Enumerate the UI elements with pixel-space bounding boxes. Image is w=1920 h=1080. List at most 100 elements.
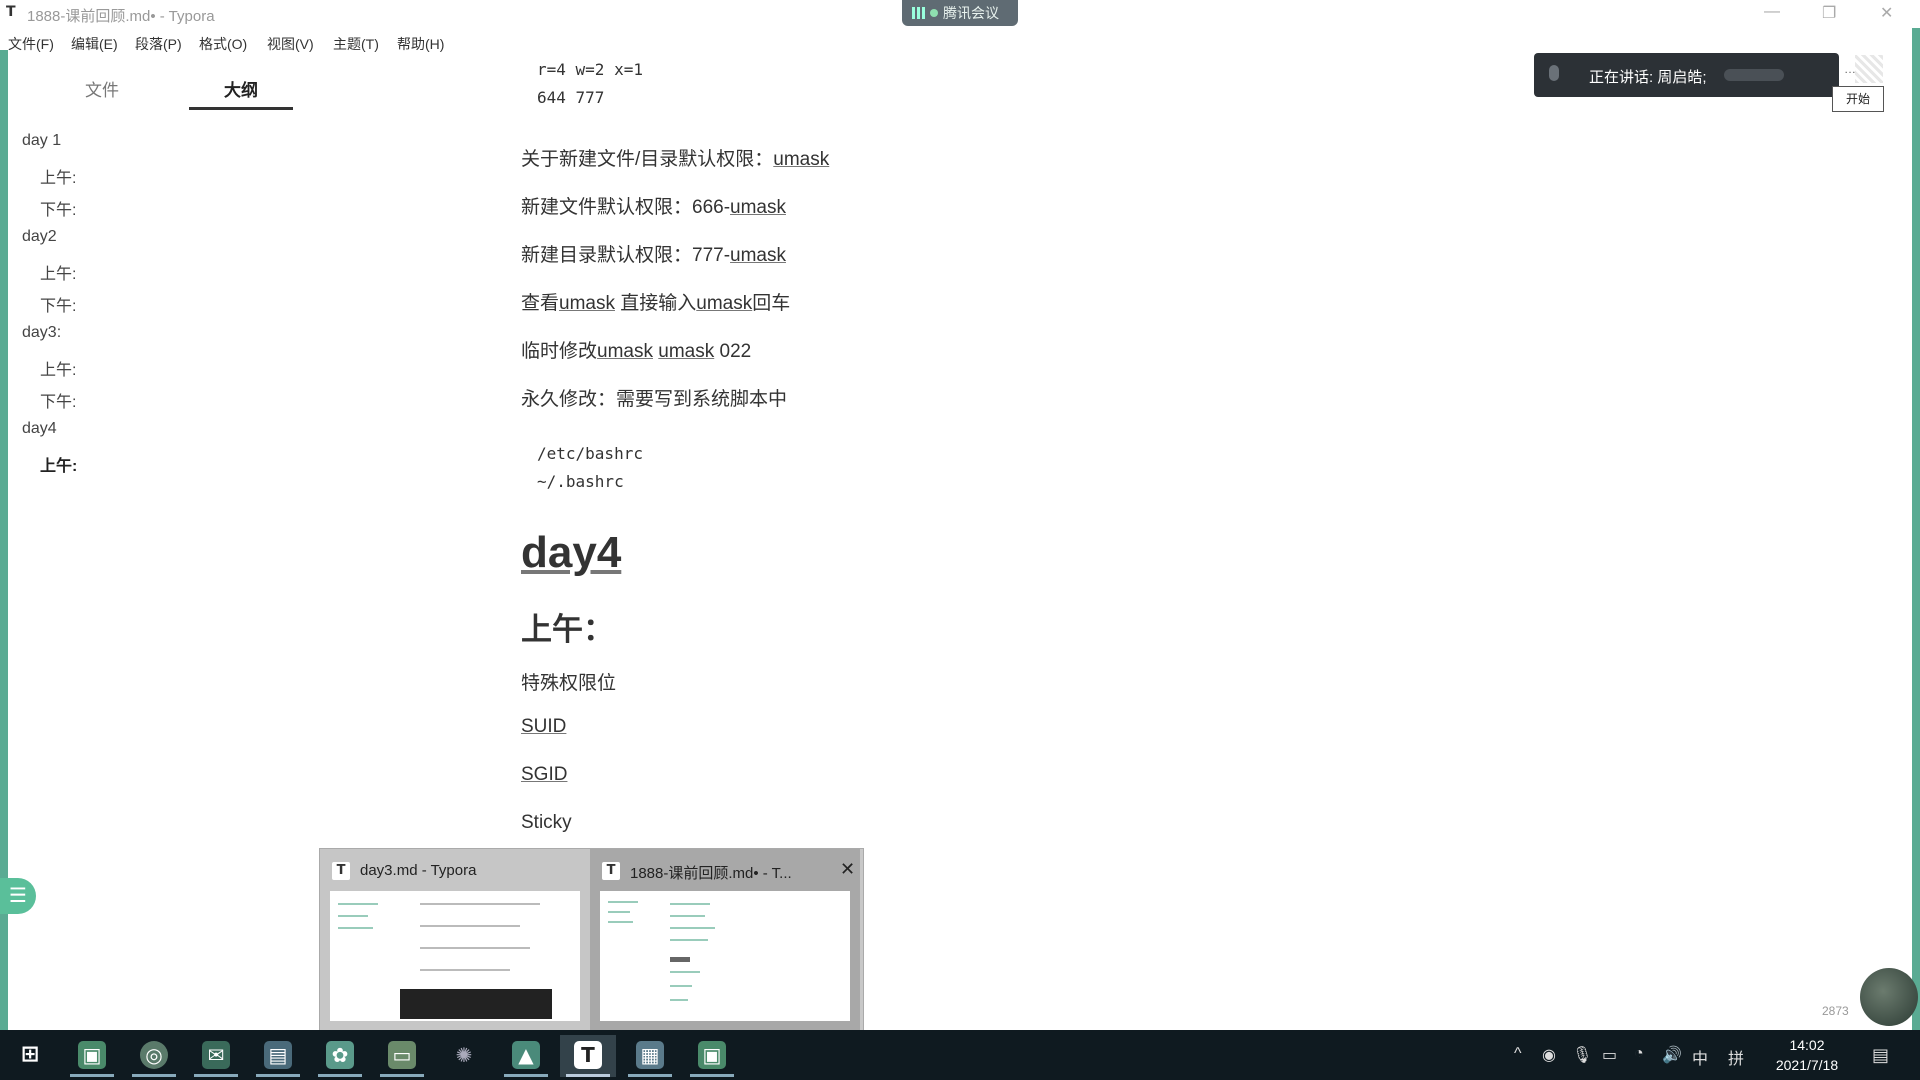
chrome-icon: ◎ (140, 1041, 168, 1069)
sidebar: 文件 大纲 day 1 上午: 下午: day2 上午: 下午: day3: 上… (8, 60, 308, 1020)
taskbar-network-tool[interactable]: ✺ (436, 1035, 492, 1077)
paragraph[interactable]: 永久修改：需要写到系统脚本中 (521, 384, 787, 411)
thumbnail-day3[interactable]: T day3.md - Typora (320, 849, 590, 1031)
tray-input-mode[interactable]: 拼 (1728, 1045, 1744, 1069)
window-border-right (1912, 0, 1920, 1030)
menu-theme[interactable]: 主题(T) (333, 34, 379, 54)
menu-edit[interactable]: 编辑(E) (71, 34, 118, 54)
outline-item-day1-pm[interactable]: 下午: (40, 196, 76, 220)
virtual-machine-icon: ▤ (264, 1041, 292, 1069)
windows-start-icon: ⊞ (20, 1042, 40, 1067)
clock-time: 14:02 (1789, 1037, 1825, 1053)
code-line[interactable]: r=4 w=2 x=1 (537, 60, 643, 79)
photos-icon: ▲ (512, 1041, 540, 1069)
outline-item-day1[interactable]: day 1 (22, 132, 61, 150)
paragraph[interactable]: SUID (521, 716, 566, 738)
outline-item-day3-am[interactable]: 上午: (40, 356, 76, 380)
notification-icon[interactable]: ▤ (1872, 1045, 1889, 1066)
meeting-label: 腾讯会议 (943, 5, 999, 21)
taskbar-typora[interactable]: T (560, 1035, 616, 1077)
taskbar-screenshot-tool[interactable]: ▣ (64, 1035, 120, 1077)
outline-item-day2[interactable]: day2 (22, 228, 57, 246)
taskbar-screenshot-tool-2[interactable]: ▣ (684, 1035, 740, 1077)
mouse-cursor-icon (602, 965, 609, 977)
signal-icon (912, 7, 926, 19)
taskbar-file-manager[interactable]: ▭ (374, 1035, 430, 1077)
clock-date: 2021/7/18 (1775, 1057, 1839, 1073)
tab-outline[interactable]: 大纲 (189, 76, 293, 101)
taskbar-thumbnail-popup: T day3.md - Typora T 1888-课前回顾.md• - T..… (319, 848, 864, 1032)
tray-network-icon[interactable]: ◔ (1634, 1045, 1644, 1063)
tray-battery-icon[interactable]: ▭ (1602, 1045, 1617, 1065)
window-title: 1888-课前回顾.md• - Typora (27, 8, 215, 25)
heading-morning[interactable]: 上午： (521, 604, 614, 649)
tray-volume-icon[interactable]: 🔊 (1662, 1045, 1682, 1065)
taskbar-remote-desktop[interactable]: ▦ (622, 1035, 678, 1077)
paragraph[interactable]: SGID (521, 764, 567, 786)
taskbar-chrome[interactable]: ◎ (126, 1035, 182, 1077)
menu-paragraph[interactable]: 段落(P) (135, 34, 182, 54)
minimize-button[interactable]: — (1764, 3, 1780, 21)
wechat-icon: ✉ (202, 1041, 230, 1069)
tray-microphone-icon[interactable]: 🎙 (1572, 1045, 1592, 1065)
typora-window: T 1888-课前回顾.md• - Typora 腾讯会议 — ❐ ✕ 文件(F… (0, 0, 1920, 1030)
speaking-indicator: 正在讲话: 周启皓; (1534, 53, 1839, 97)
outline-item-day4-am[interactable]: 上午: (40, 452, 77, 476)
menu-file[interactable]: 文件(F) (8, 34, 54, 54)
baidu-netdisk-icon: ✿ (326, 1041, 354, 1069)
taskbar-baidu-netdisk[interactable]: ✿ (312, 1035, 368, 1077)
thumbnail-1888[interactable]: T 1888-课前回顾.md• - T... ✕ (590, 849, 860, 1031)
more-dots[interactable]: … (1844, 62, 1856, 76)
taskbar-virtual-machine[interactable]: ▤ (250, 1035, 306, 1077)
menu-format[interactable]: 格式(O) (199, 34, 247, 54)
outline-item-day2-pm[interactable]: 下午: (40, 292, 76, 316)
menu-help[interactable]: 帮助(H) (397, 34, 444, 54)
outline-item-day2-am[interactable]: 上午: (40, 260, 76, 284)
paragraph[interactable]: 新建目录默认权限：777-umask (521, 240, 786, 267)
remote-desktop-icon: ▦ (636, 1041, 664, 1069)
windows-start-button[interactable]: ⊞ (2, 1035, 58, 1077)
tray-expand-icon[interactable]: ^ (1514, 1045, 1522, 1063)
code-line[interactable]: ~/.bashrc (537, 472, 624, 491)
code-line[interactable]: 644 777 (537, 88, 604, 107)
outline-item-day3-pm[interactable]: 下午: (40, 388, 76, 412)
thumbnail-title: 1888-课前回顾.md• - T... (630, 865, 792, 882)
paragraph[interactable]: 特殊权限位 (521, 668, 616, 695)
close-button[interactable]: ✕ (1880, 3, 1893, 23)
taskbar-photos[interactable]: ▲ (498, 1035, 554, 1077)
outline-item-day1-am[interactable]: 上午: (40, 164, 76, 188)
title-bar[interactable]: T 1888-课前回顾.md• - Typora 腾讯会议 — ❐ ✕ (0, 0, 1920, 28)
taskbar-wechat[interactable]: ✉ (188, 1035, 244, 1077)
menu-view[interactable]: 视图(V) (267, 34, 314, 54)
network-tool-icon: ✺ (455, 1043, 473, 1067)
typora-icon: T (574, 1041, 602, 1069)
paragraph[interactable]: 临时修改umask umask 022 (521, 336, 751, 363)
tray-input-language[interactable]: 中 (1692, 1045, 1708, 1069)
status-dot-icon (930, 9, 938, 17)
paragraph[interactable]: Sticky (521, 812, 572, 834)
tray-camera-icon[interactable]: ◉ (1542, 1045, 1556, 1065)
thumbnail-close-icon[interactable]: ✕ (840, 859, 855, 880)
tencent-meeting-pill[interactable]: 腾讯会议 (902, 0, 1018, 26)
outline-item-day4[interactable]: day4 (22, 420, 57, 438)
typora-icon: T (602, 862, 620, 880)
taskbar-clock[interactable]: 14:02 2021/7/18 (1752, 1035, 1862, 1075)
outline-item-day3[interactable]: day3: (22, 324, 61, 342)
avatar[interactable] (1860, 968, 1918, 1026)
counter: 2873 (1822, 1004, 1849, 1018)
tab-files[interactable]: 文件 (50, 76, 154, 101)
paragraph[interactable]: 新建文件默认权限：666-umask (521, 192, 786, 219)
code-line[interactable]: /etc/bashrc (537, 444, 643, 463)
start-button[interactable]: 开始 (1832, 86, 1884, 112)
paragraph[interactable]: 查看umask 直接输入umask回车 (521, 288, 790, 315)
heading-day4[interactable]: day4 (521, 528, 621, 578)
speaker-audio-level (1724, 69, 1784, 81)
mic-icon (1549, 65, 1559, 81)
maximize-button[interactable]: ❐ (1822, 3, 1836, 23)
thumbnail-preview (600, 891, 850, 1021)
thumbnail-preview (330, 891, 580, 1021)
paragraph[interactable]: 关于新建文件/目录默认权限：umask (521, 144, 829, 171)
speaking-text: 正在讲话: 周启皓; (1589, 69, 1707, 86)
outline-toggle-icon[interactable]: ☰ (0, 878, 36, 914)
typora-icon: T (332, 862, 350, 880)
